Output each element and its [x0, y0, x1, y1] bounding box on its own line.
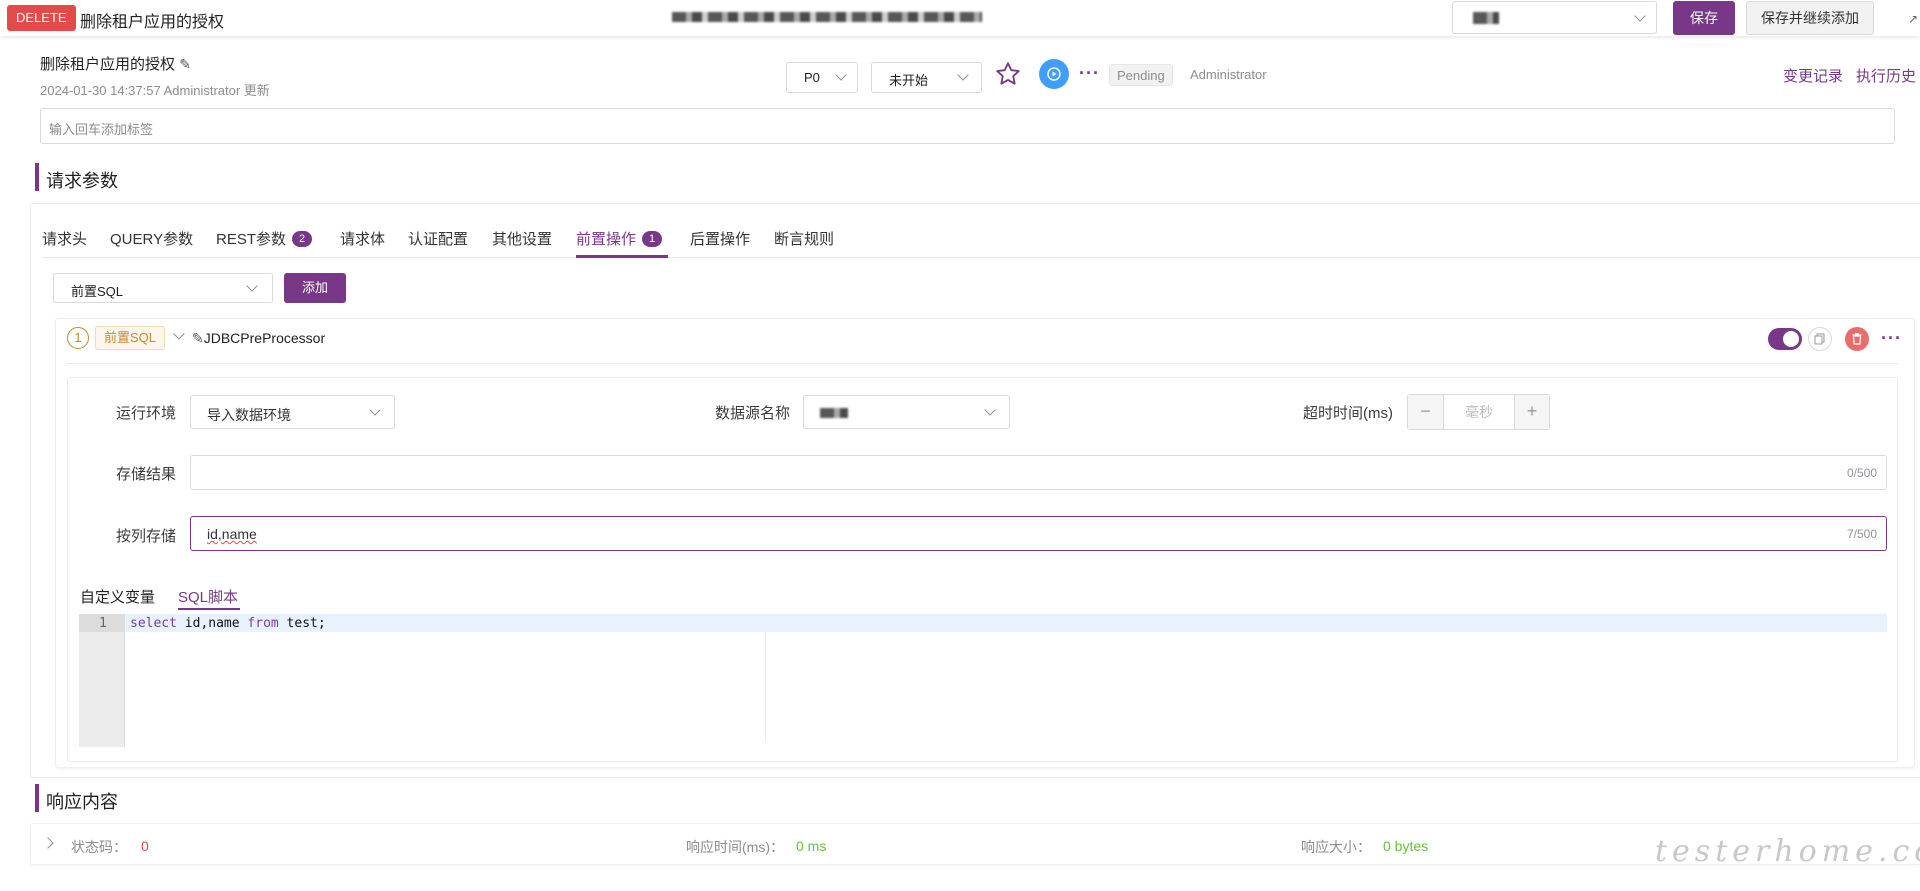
trash-icon [1852, 333, 1862, 345]
edit-icon[interactable]: ✎ [179, 56, 191, 72]
tab-assertions[interactable]: 断言规则 [774, 228, 834, 249]
user-label: Administrator [1190, 67, 1267, 82]
timeout-placeholder: 毫秒 [1465, 404, 1493, 420]
timeout-label: 超时时间(ms) [1303, 405, 1393, 422]
store-result-input[interactable]: 0/500 [190, 455, 1887, 490]
tab-auth[interactable]: 认证配置 [408, 228, 468, 249]
processor-type-tag: 前置SQL [95, 326, 166, 350]
tab-rest[interactable]: REST参数 2 [216, 228, 313, 249]
time-label: 响应时间(ms)： [686, 839, 784, 855]
copy-icon [1814, 333, 1825, 345]
print-margin [765, 632, 766, 742]
chevron-down-icon [1634, 10, 1646, 22]
size-label: 响应大小： [1301, 839, 1371, 855]
datasource-select[interactable] [803, 395, 1010, 429]
copy-button[interactable] [1808, 327, 1832, 351]
subtab-indicator [178, 608, 240, 610]
changelog-link[interactable]: 变更记录 [1783, 65, 1843, 86]
processor-type-select[interactable]: 前置SQL [53, 273, 273, 303]
card-divider [67, 363, 1898, 364]
time-value: 0 ms [796, 838, 827, 854]
env-select[interactable]: 导入数据环境 [190, 395, 395, 429]
sql-line: select id,name from test; [130, 616, 326, 631]
subtab-sql-script[interactable]: SQL脚本 [178, 586, 238, 607]
priority-value: P0 [804, 70, 820, 85]
store-result-count: 0/500 [1846, 466, 1877, 480]
tab-post-processors[interactable]: 后置操作 [690, 228, 750, 249]
star-icon[interactable] [994, 60, 1022, 88]
pre-count-badge: 1 [642, 231, 663, 247]
env-value: 导入数据环境 [207, 407, 291, 423]
request-section-title: 请求参数 [46, 171, 118, 191]
sql-editor[interactable]: 1 select id,name from test; [79, 614, 1887, 747]
store-column-label: 按列存储 [115, 528, 176, 545]
section-bar [35, 163, 39, 191]
top-bar: DELETE 删除租户应用的授权 保存 保存并继续添加 ↗ [0, 0, 1920, 36]
section-bar [35, 784, 39, 812]
datasource-label: 数据源名称 [714, 405, 790, 422]
run-button[interactable] [1039, 59, 1069, 89]
tabs-divider [42, 257, 1920, 258]
store-column-count: 7/500 [1846, 527, 1877, 541]
redacted-path [672, 12, 982, 22]
chevron-down-icon [835, 69, 847, 81]
chevron-down-icon [369, 404, 381, 416]
api-name-text: 删除租户应用的授权 [40, 56, 176, 73]
more-icon[interactable]: ··· [1881, 328, 1902, 349]
tab-body[interactable]: 请求体 [340, 228, 385, 249]
tab-other-settings[interactable]: 其他设置 [492, 228, 552, 249]
environment-select[interactable] [1452, 1, 1657, 34]
page-top-title: 删除租户应用的授权 [80, 14, 225, 31]
tag-input-placeholder: 输入回车添加标签 [49, 122, 154, 137]
active-tab-indicator [576, 255, 668, 258]
env-label: 运行环境 [115, 405, 176, 422]
tab-query[interactable]: QUERY参数 [110, 228, 193, 249]
state-badge: Pending [1109, 64, 1173, 86]
edit-icon[interactable]: ✎ [192, 330, 204, 346]
status-value: 0 [141, 838, 149, 854]
chevron-down-icon [957, 69, 969, 81]
subtab-custom-vars[interactable]: 自定义变量 [80, 586, 155, 607]
store-column-input[interactable]: id,name 7/500 [190, 516, 1887, 551]
add-processor-button[interactable]: 添加 [284, 273, 346, 303]
tab-headers[interactable]: 请求头 [42, 228, 87, 249]
play-icon [1047, 67, 1061, 81]
method-badge: DELETE [7, 5, 76, 31]
increment-button[interactable]: + [1514, 395, 1549, 429]
status-value: 未开始 [889, 73, 929, 88]
tab-pre-processors[interactable]: 前置操作 1 [576, 228, 663, 249]
store-result-label: 存储结果 [115, 466, 176, 483]
chevron-right-icon[interactable] [42, 837, 54, 849]
chevron-down-icon [984, 404, 996, 416]
api-name: 删除租户应用的授权 ✎ [40, 53, 191, 74]
enable-toggle[interactable] [1768, 328, 1802, 350]
active-line [125, 614, 1887, 632]
rest-count-badge: 2 [292, 231, 313, 247]
response-section-title: 响应内容 [46, 792, 118, 812]
size-value: 0 bytes [1383, 838, 1429, 854]
collapse-icon[interactable]: ↗ [1908, 12, 1918, 26]
processor-name: ✎JDBCPreProcessor [192, 330, 326, 346]
more-icon[interactable]: ··· [1079, 63, 1100, 84]
watermark: testerhome.com [1655, 834, 1920, 869]
processor-index: 1 [67, 327, 89, 349]
updated-info: 2024-01-30 14:37:57 Administrator 更新 [40, 83, 270, 98]
priority-select[interactable]: P0 [786, 62, 858, 93]
status-label: 状态码： [71, 839, 127, 855]
processor-type-value: 前置SQL [71, 284, 124, 299]
save-button[interactable]: 保存 [1673, 1, 1735, 35]
history-link[interactable]: 执行历史 [1856, 65, 1916, 86]
response-summary[interactable]: 状态码： 0 响应时间(ms)： 0 ms 响应大小： 0 bytes [30, 823, 1920, 865]
timeout-stepper[interactable]: − 毫秒 + [1407, 394, 1550, 430]
store-column-value: id,name [207, 526, 257, 542]
chevron-down-icon [246, 280, 258, 292]
line-number: 1 [99, 616, 107, 631]
delete-button[interactable] [1845, 327, 1869, 351]
tag-input[interactable]: 输入回车添加标签 [40, 108, 1895, 144]
save-continue-button[interactable]: 保存并继续添加 [1746, 1, 1874, 35]
editor-gutter [79, 614, 125, 747]
decrement-button[interactable]: − [1408, 395, 1444, 429]
status-select[interactable]: 未开始 [871, 62, 982, 93]
